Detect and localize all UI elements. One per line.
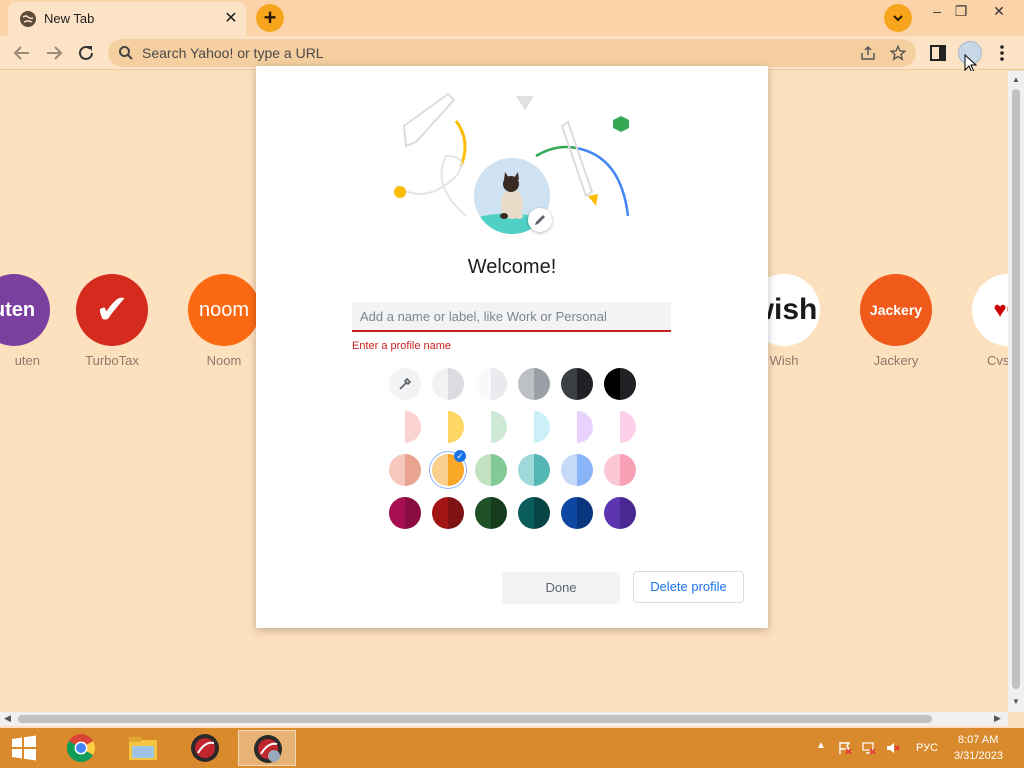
color-swatch[interactable] xyxy=(518,454,550,486)
close-tab-icon[interactable]: ✕ xyxy=(222,10,240,28)
profile-name-error: Enter a profile name xyxy=(352,340,452,352)
color-swatch[interactable] xyxy=(561,454,593,486)
side-panel-icon xyxy=(930,45,946,61)
shortcut-rakuten[interactable]: uten uten xyxy=(0,274,64,368)
custom-color-picker[interactable] xyxy=(389,368,421,400)
bookmark-star-icon[interactable] xyxy=(890,45,906,61)
search-icon xyxy=(119,46,133,60)
profile-name-input[interactable] xyxy=(352,302,671,332)
shortcut-turbotax[interactable]: ✔ TurboTax xyxy=(62,274,162,368)
scroll-down-icon[interactable]: ▼ xyxy=(1012,697,1020,706)
shortcut-label: uten xyxy=(14,353,40,368)
profile-customization-dialog: Welcome! Enter a profile name ✓ Done Del… xyxy=(256,66,768,628)
color-swatch[interactable] xyxy=(604,497,636,529)
scroll-right-icon[interactable]: ▶ xyxy=(994,713,1001,724)
address-bar-placeholder: Search Yahoo! or type a URL xyxy=(142,45,324,61)
color-swatch[interactable] xyxy=(604,411,636,443)
address-bar[interactable]: Search Yahoo! or type a URL xyxy=(108,39,916,67)
back-button[interactable] xyxy=(10,41,34,65)
taskbar-app-red[interactable] xyxy=(176,730,234,766)
tray-overflow-icon[interactable]: ▲ xyxy=(816,740,826,751)
language-indicator[interactable]: РУС xyxy=(916,742,938,754)
tab-strip: New Tab ✕ + – ❐ ✕ xyxy=(0,0,1024,36)
dialog-title: Welcome! xyxy=(467,256,557,278)
color-swatch[interactable] xyxy=(432,368,464,400)
horizontal-scrollbar[interactable]: ◀ ▶ xyxy=(0,712,1008,726)
edit-avatar-button[interactable] xyxy=(528,208,552,232)
globe-icon xyxy=(20,11,36,27)
shortcut-tile: noom xyxy=(188,274,260,346)
network-icon[interactable] xyxy=(862,742,876,754)
more-vert-icon xyxy=(1000,45,1004,61)
flag-alert-icon[interactable] xyxy=(838,742,852,754)
new-tab-button[interactable]: + xyxy=(256,4,284,32)
color-swatch[interactable] xyxy=(389,454,421,486)
shortcut-tile: Jackery xyxy=(860,274,932,346)
shortcut-tile: ♥C xyxy=(972,274,1008,346)
share-icon[interactable] xyxy=(860,45,876,61)
arrow-right-icon xyxy=(47,46,63,60)
color-swatch[interactable] xyxy=(518,411,550,443)
scroll-up-icon[interactable]: ▲ xyxy=(1012,75,1020,84)
shortcut-jackery[interactable]: Jackery Jackery xyxy=(846,274,946,368)
shortcut-label: Cvs Ph xyxy=(987,353,1008,368)
color-swatch[interactable] xyxy=(475,497,507,529)
check-icon: ✓ xyxy=(454,450,466,462)
app-red-circle-icon xyxy=(191,734,219,762)
shortcut-tile: ✔ xyxy=(76,274,148,346)
tab-title: New Tab xyxy=(44,11,95,26)
forward-button[interactable] xyxy=(42,41,66,65)
done-button[interactable]: Done xyxy=(502,572,620,604)
tab-new-tab[interactable]: New Tab ✕ xyxy=(8,2,246,36)
pencil-icon xyxy=(535,215,545,225)
color-swatch[interactable] xyxy=(475,454,507,486)
shortcut-label: TurboTax xyxy=(85,353,139,368)
color-swatch[interactable] xyxy=(432,411,464,443)
vertical-scrollbar[interactable]: ▲ ▼ xyxy=(1008,71,1024,712)
taskbar-app-active[interactable] xyxy=(238,730,296,766)
color-swatch[interactable] xyxy=(432,497,464,529)
shortcut-cvs[interactable]: ♥C Cvs Ph xyxy=(958,274,1008,368)
clock-time[interactable]: 8:07 AM xyxy=(958,734,998,746)
delete-profile-button[interactable]: Delete profile xyxy=(633,571,744,603)
color-swatch[interactable] xyxy=(389,411,421,443)
chevron-down-icon xyxy=(893,15,903,22)
toolbar: Search Yahoo! or type a URL xyxy=(0,36,1024,74)
color-swatch-selected[interactable]: ✓ xyxy=(432,450,466,486)
side-panel-button[interactable] xyxy=(926,41,950,65)
color-swatch[interactable] xyxy=(475,411,507,443)
chrome-icon xyxy=(67,734,95,762)
color-swatch[interactable] xyxy=(389,497,421,529)
color-swatch[interactable] xyxy=(604,454,636,486)
scrollbar-thumb[interactable] xyxy=(18,715,932,723)
color-swatch[interactable] xyxy=(518,368,550,400)
color-swatch[interactable] xyxy=(561,368,593,400)
reload-button[interactable] xyxy=(74,41,98,65)
arrow-left-icon xyxy=(13,46,29,60)
menu-button[interactable] xyxy=(990,41,1014,65)
scrollbar-thumb[interactable] xyxy=(1012,89,1020,689)
taskbar-chrome[interactable] xyxy=(52,730,110,766)
shortcut-label: Jackery xyxy=(873,353,919,368)
color-swatch[interactable] xyxy=(561,497,593,529)
close-window-button[interactable]: ✕ xyxy=(984,0,1014,24)
restore-button[interactable]: ❐ xyxy=(946,0,976,24)
clock-date[interactable]: 3/31/2023 xyxy=(954,750,1003,762)
color-swatch[interactable] xyxy=(604,368,636,400)
shortcut-tile: uten xyxy=(0,274,50,346)
windows-taskbar: ▲ РУС 8:07 AM 3/31/2023 xyxy=(0,728,1024,768)
scroll-left-icon[interactable]: ◀ xyxy=(4,713,11,724)
taskbar-file-explorer[interactable] xyxy=(114,730,172,766)
color-swatch[interactable] xyxy=(561,411,593,443)
app-red-circle-icon xyxy=(254,735,282,763)
windows-logo-icon xyxy=(12,735,36,761)
reload-icon xyxy=(79,45,93,60)
volume-muted-icon[interactable] xyxy=(886,742,900,754)
color-swatch[interactable] xyxy=(518,497,550,529)
start-button[interactable] xyxy=(0,730,48,766)
color-swatch[interactable] xyxy=(475,368,507,400)
tab-search-button[interactable] xyxy=(884,4,912,32)
eyedropper-icon xyxy=(399,377,412,390)
folder-icon xyxy=(129,737,157,760)
